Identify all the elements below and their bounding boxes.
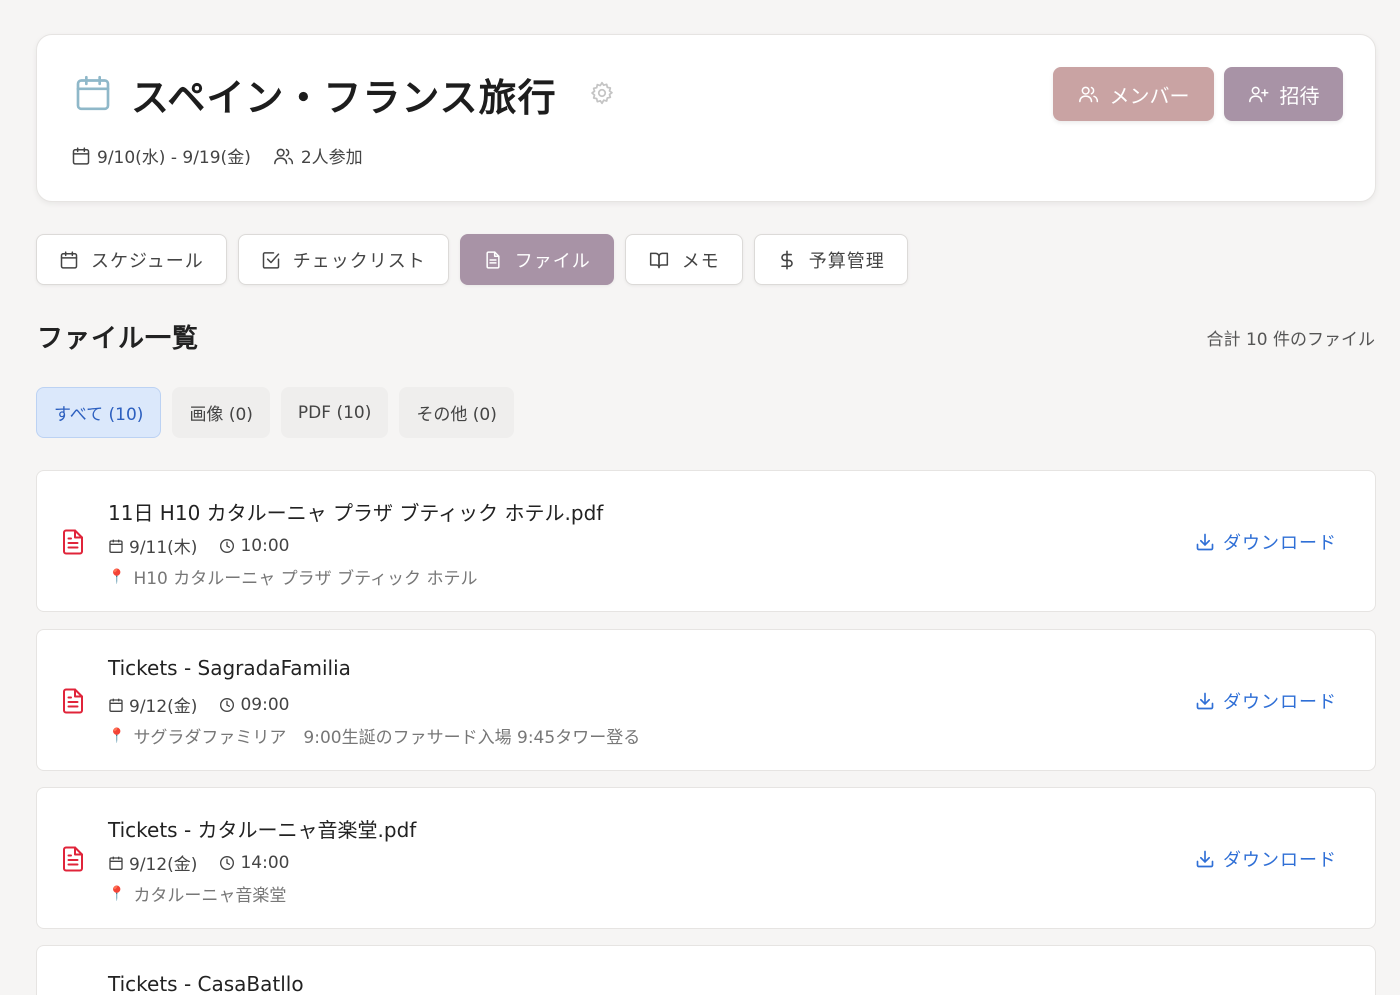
location-pin-icon: 📍	[108, 727, 126, 744]
section-title: ファイル一覧	[37, 324, 200, 354]
file-item: Tickets - SagradaFamilia 9/12(金) 09:00 📍…	[36, 629, 1376, 771]
file-date-text: 9/11(木)	[129, 538, 198, 558]
calendar-icon	[76, 75, 110, 111]
trip-dates: 9/10(水) - 9/19(金)	[71, 143, 251, 168]
tab-label: 予算管理	[808, 250, 885, 272]
book-icon	[649, 252, 668, 268]
file-time-text: 09:00	[240, 694, 290, 715]
file-name: Tickets - SagradaFamilia	[108, 656, 351, 680]
tab-checklist[interactable]: チェックリスト	[237, 234, 449, 285]
trip-dates-text: 9/10(水) - 9/19(金)	[97, 148, 251, 168]
file-item: Tickets - CasaBatllo	[36, 945, 1376, 995]
file-location: 📍 カタルーニャ音楽堂	[108, 881, 287, 907]
trip-header-card: スペイン・フランス旅行 9/10(水) - 9/19(金) 2人参加 メンバー …	[36, 34, 1376, 202]
tab-label: ファイル	[514, 250, 591, 272]
download-label: ダウンロード	[1223, 533, 1337, 554]
trip-title: スペイン・フランス旅行	[131, 76, 557, 120]
download-button[interactable]: ダウンロード	[1195, 529, 1337, 555]
filter-other[interactable]: その他 (0)	[399, 387, 514, 438]
location-pin-icon: 📍	[108, 568, 126, 585]
file-time: 09:00	[219, 695, 289, 715]
file-count: 合計 10 件のファイル	[1206, 330, 1375, 350]
members-button[interactable]: メンバー	[1053, 67, 1214, 121]
dollar-icon	[780, 249, 793, 270]
filter-all[interactable]: すべて (10)	[36, 387, 162, 438]
tab-label: チェックリスト	[292, 250, 426, 272]
tab-memo[interactable]: メモ	[624, 234, 743, 285]
file-time: 14:00	[219, 853, 289, 873]
file-date-text: 9/12(金)	[129, 855, 198, 875]
file-date: 9/12(金)	[108, 692, 197, 717]
pdf-file-icon	[63, 529, 83, 555]
file-meta: 9/11(木) 10:00	[108, 533, 311, 558]
tab-bar: スケジュール チェックリスト ファイル メモ 予算管理	[36, 234, 919, 285]
file-time-text: 14:00	[240, 852, 290, 873]
user-plus-icon	[1248, 86, 1268, 103]
location-pin-icon: 📍	[108, 885, 126, 902]
trip-meta: 9/10(水) - 9/19(金) 2人参加	[71, 143, 385, 168]
members-button-label: メンバー	[1109, 83, 1190, 108]
calendar-icon	[109, 698, 123, 712]
file-location: 📍 H10 カタルーニャ プラザ ブティック ホテル	[108, 564, 478, 590]
filter-bar: すべて (10) 画像 (0) PDF (10) その他 (0)	[36, 387, 525, 438]
clock-icon	[220, 855, 235, 870]
download-label: ダウンロード	[1223, 850, 1337, 871]
tab-files[interactable]: ファイル	[459, 234, 614, 285]
gear-icon[interactable]	[589, 80, 615, 106]
pdf-file-icon	[63, 846, 83, 872]
calendar-icon	[60, 250, 78, 269]
file-icon	[486, 250, 500, 269]
invite-button-label: 招待	[1279, 83, 1320, 108]
download-icon	[1196, 692, 1214, 710]
file-location-text: H10 カタルーニャ プラザ ブティック ホテル	[133, 569, 478, 589]
filter-images[interactable]: 画像 (0)	[172, 387, 270, 438]
tab-label: メモ	[681, 250, 720, 272]
file-date-text: 9/12(金)	[129, 697, 198, 717]
file-location: 📍 サグラダファミリア 9:00生誕のファサード入場 9:45タワー登る	[108, 723, 641, 749]
invite-button[interactable]: 招待	[1224, 67, 1343, 121]
file-date: 9/11(木)	[108, 533, 197, 558]
file-time: 10:00	[219, 536, 289, 556]
calendar-icon	[109, 539, 123, 553]
file-item: 11日 H10 カタルーニャ プラザ ブティック ホテル.pdf 9/11(木)…	[36, 470, 1376, 612]
download-button[interactable]: ダウンロード	[1195, 688, 1337, 714]
file-meta: 9/12(金) 14:00	[108, 850, 311, 875]
file-item: Tickets - カタルーニャ音楽堂.pdf 9/12(金) 14:00 📍 …	[36, 787, 1376, 929]
pdf-file-icon	[63, 688, 83, 714]
file-date: 9/12(金)	[108, 850, 197, 875]
users-icon	[273, 148, 293, 164]
file-name: 11日 H10 カタルーニャ プラザ ブティック ホテル.pdf	[108, 501, 604, 525]
file-location-text: カタルーニャ音楽堂	[133, 886, 287, 906]
file-time-text: 10:00	[240, 535, 290, 556]
calendar-icon	[72, 146, 90, 165]
download-button[interactable]: ダウンロード	[1195, 846, 1337, 872]
filter-pdf[interactable]: PDF (10)	[280, 387, 389, 438]
clock-icon	[220, 697, 235, 712]
file-name: Tickets - カタルーニャ音楽堂.pdf	[108, 818, 417, 842]
download-label: ダウンロード	[1223, 692, 1337, 713]
trip-participants-text: 2人参加	[300, 148, 363, 168]
download-icon	[1196, 850, 1214, 868]
calendar-icon	[109, 856, 123, 870]
tab-budget[interactable]: 予算管理	[753, 234, 908, 285]
tab-schedule[interactable]: スケジュール	[36, 234, 227, 285]
tab-label: スケジュール	[91, 250, 204, 272]
file-location-text: サグラダファミリア 9:00生誕のファサード入場 9:45タワー登る	[133, 728, 641, 748]
clock-icon	[220, 538, 235, 553]
download-icon	[1196, 533, 1214, 551]
checkbox-icon	[262, 251, 279, 269]
users-icon	[1078, 86, 1098, 103]
file-meta: 9/12(金) 09:00	[108, 692, 311, 717]
file-name: Tickets - CasaBatllo	[108, 972, 304, 995]
trip-participants: 2人参加	[273, 143, 363, 168]
